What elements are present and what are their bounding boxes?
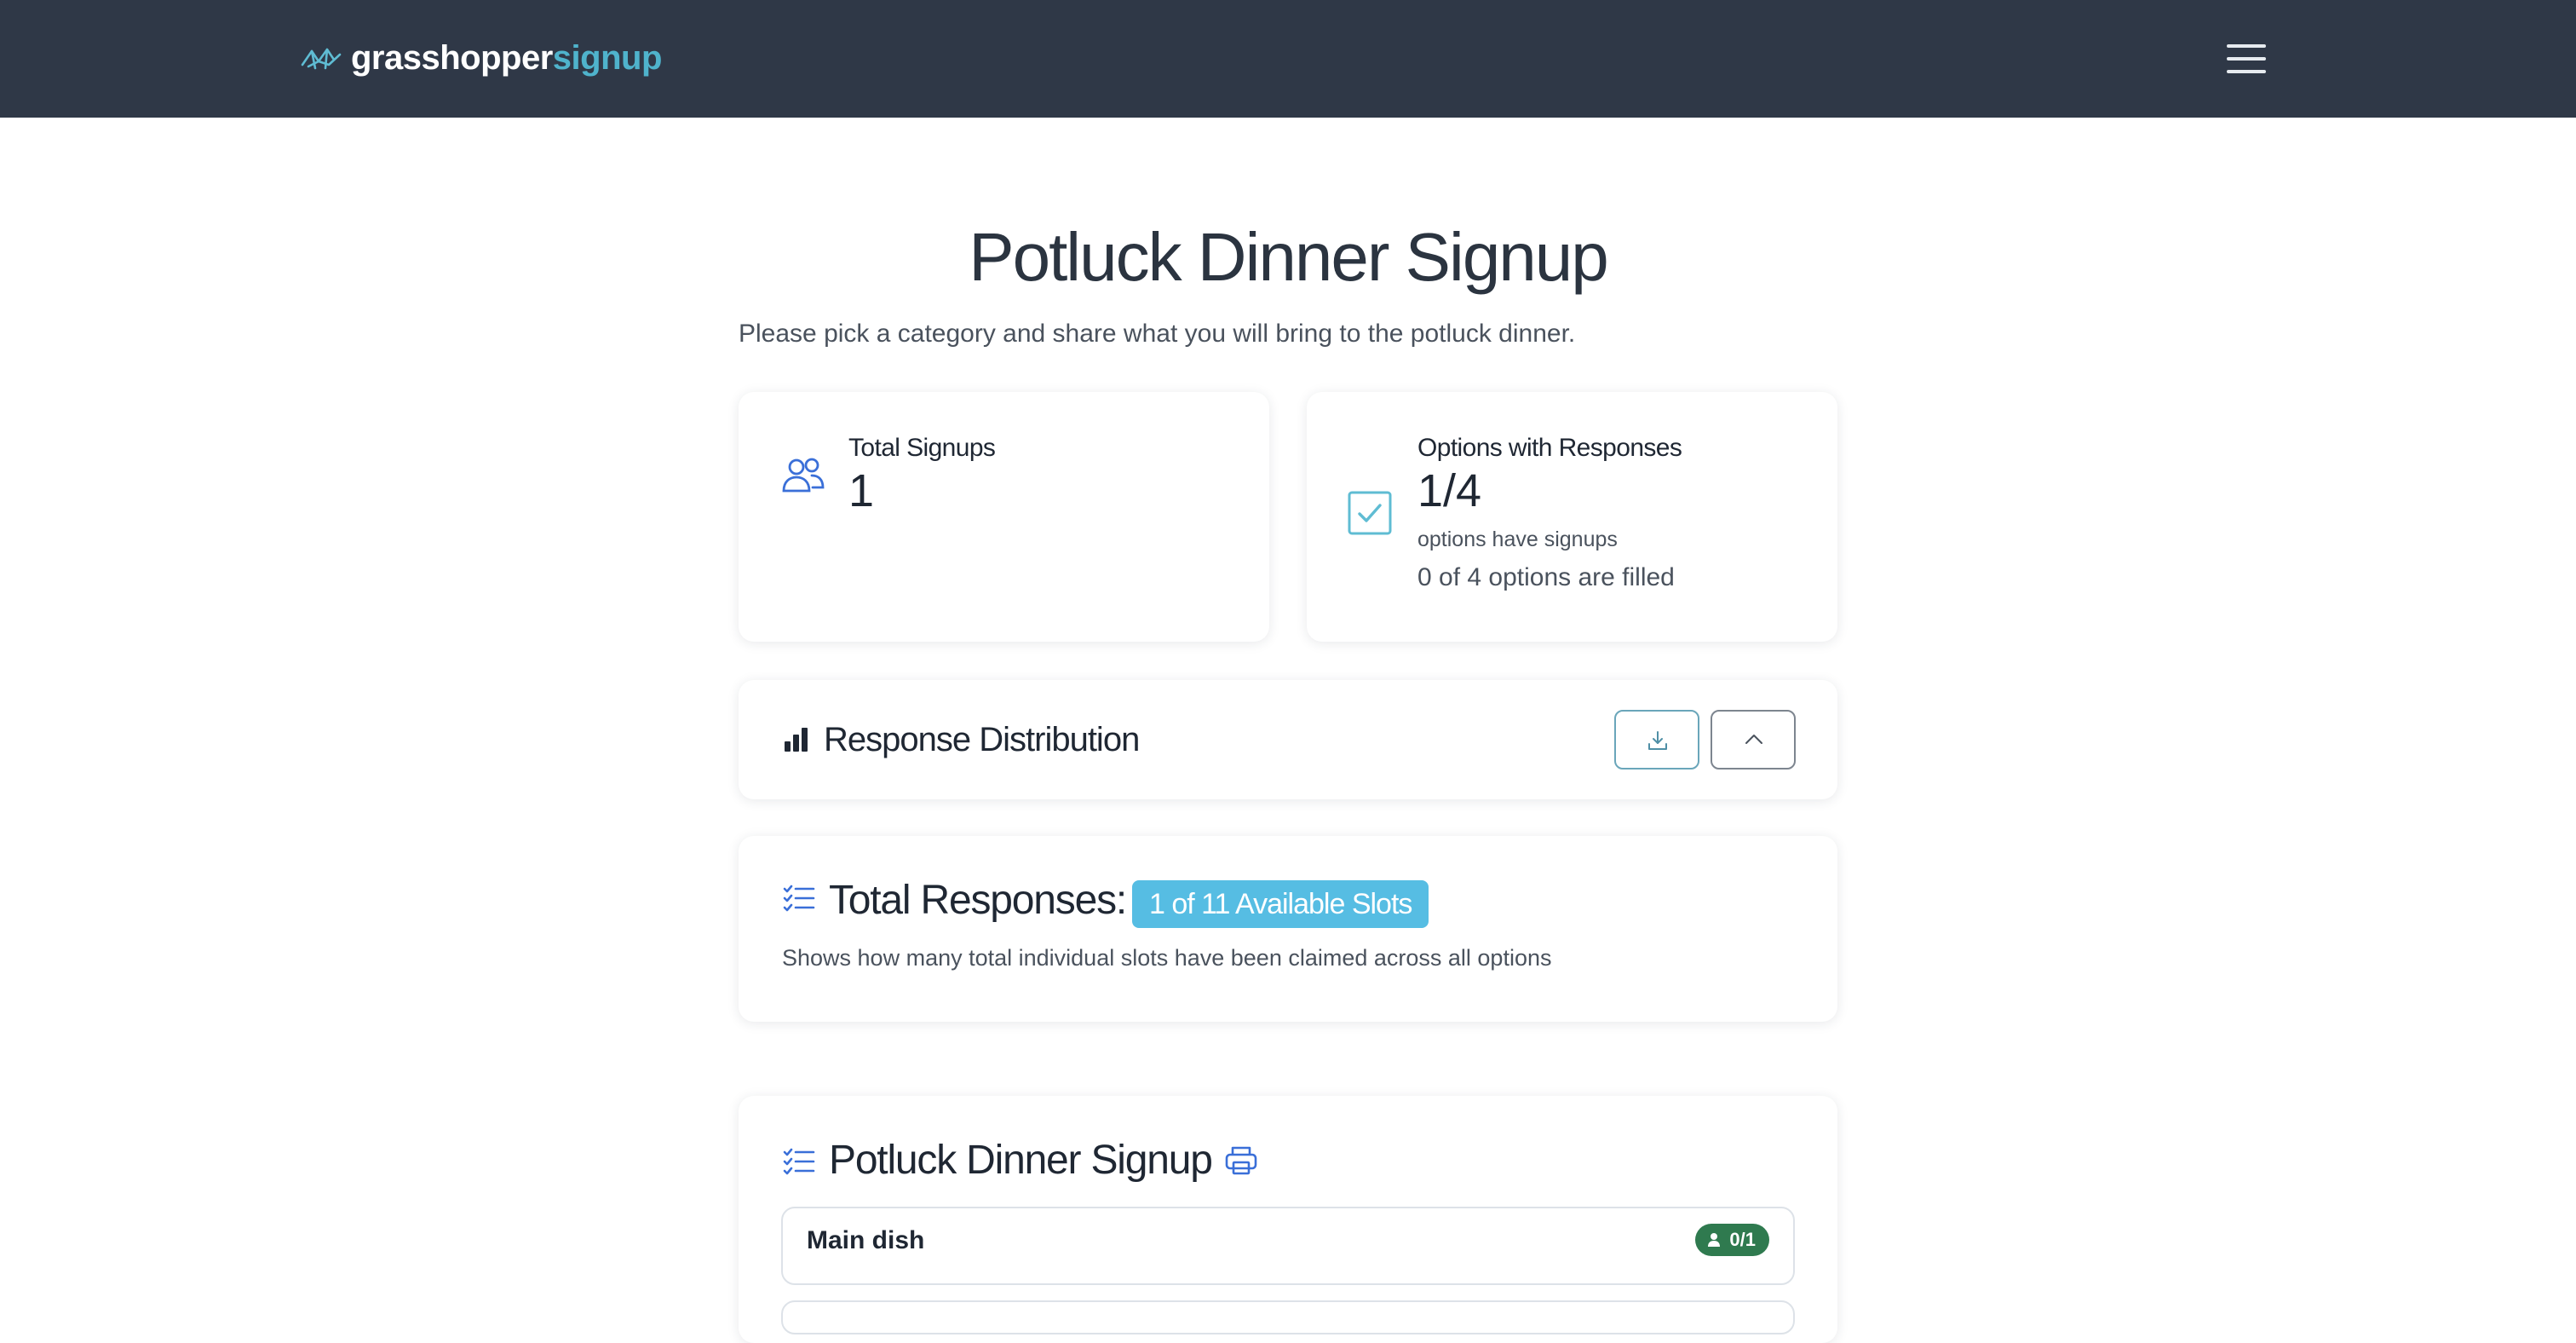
hamburger-icon	[2227, 44, 2266, 48]
signup-count-value: 0/1	[1729, 1229, 1756, 1250]
total-signups-label: Total Signups	[848, 434, 996, 462]
download-icon	[1648, 731, 1667, 750]
signup-item-name: Main dish	[807, 1226, 925, 1254]
options-responses-value: 1/4	[1417, 465, 1482, 516]
signup-item-row[interactable]: Main dish 0/1	[781, 1207, 1795, 1285]
printer-icon	[1225, 1146, 1257, 1174]
page-description: Please pick a category and share what yo…	[739, 320, 1576, 348]
options-responses-subtext: options have signups	[1417, 527, 1618, 551]
options-filled-text: 0 of 4 options are filled	[1417, 563, 1675, 591]
response-distribution-title: Response Distribution	[824, 721, 1140, 758]
hamburger-icon-line	[2227, 57, 2266, 61]
users-icon	[782, 458, 825, 493]
available-slots-badge: 1 of 11 Available Slots	[1132, 880, 1429, 928]
total-signups-value: 1	[848, 465, 875, 516]
options-responses-label: Options with Responses	[1417, 434, 1682, 462]
hamburger-icon-line	[2227, 70, 2266, 73]
download-button[interactable]	[1614, 710, 1699, 769]
signup-list-card: Potluck Dinner Signup Main dish 0/1	[739, 1096, 1837, 1343]
person-icon	[1708, 1233, 1721, 1247]
brand-name-part2: signup	[552, 39, 663, 77]
checklist-icon	[783, 1148, 815, 1175]
options-with-responses-card: Options with Responses 1/4 options have …	[1307, 392, 1837, 642]
page-title: Potluck Dinner Signup	[969, 219, 1609, 295]
grasshopper-logo-icon	[301, 48, 342, 70]
top-navbar: grasshoppersignup	[0, 0, 2576, 118]
total-responses-title: Total Responses:	[829, 878, 1127, 923]
signup-list-title: Potluck Dinner Signup	[829, 1138, 1213, 1183]
response-distribution-card: Response Distribution	[739, 680, 1837, 799]
total-signups-card: Total Signups 1	[739, 392, 1269, 642]
total-responses-explanation: Shows how many total individual slots ha…	[782, 945, 1552, 971]
chevron-up-icon	[1745, 735, 1762, 744]
collapse-button[interactable]	[1711, 710, 1796, 769]
checkbox-icon	[1348, 491, 1392, 535]
brand-logo-link[interactable]: grasshoppersignup	[300, 34, 662, 82]
signup-item-row-next[interactable]	[781, 1300, 1795, 1334]
checklist-icon	[783, 885, 815, 912]
total-responses-card: Total Responses: 1 of 11 Available Slots…	[739, 836, 1837, 1022]
hamburger-menu-button[interactable]	[2220, 37, 2273, 80]
brand-name-part1: grasshopper	[351, 39, 553, 77]
bar-chart-icon	[785, 728, 808, 752]
print-button[interactable]	[1222, 1144, 1260, 1179]
signup-count-badge: 0/1	[1695, 1224, 1769, 1256]
